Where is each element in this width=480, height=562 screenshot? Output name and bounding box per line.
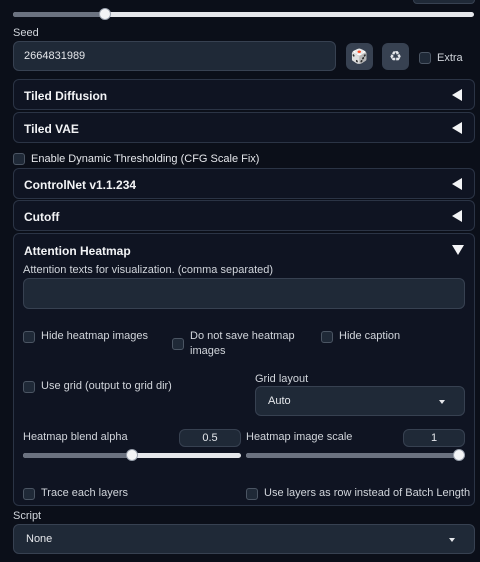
grid-layout-value: Auto bbox=[268, 395, 291, 407]
image-scale-label: Heatmap image scale bbox=[246, 431, 353, 443]
extra-checkbox[interactable] bbox=[419, 52, 431, 64]
image-scale-slider-fill bbox=[246, 453, 465, 458]
do-not-save-heatmap-checkbox[interactable] bbox=[172, 338, 184, 350]
seed-input[interactable]: 2664831989 bbox=[13, 41, 336, 71]
script-label: Script bbox=[13, 510, 42, 522]
accordion-title[interactable]: Attention Heatmap bbox=[24, 244, 131, 258]
accordion-title: ControlNet v1.1.234 bbox=[24, 178, 137, 192]
dynamic-thresholding-label: Enable Dynamic Thresholding (CFG Scale F… bbox=[31, 153, 260, 165]
script-value: None bbox=[26, 533, 53, 545]
dynamic-thresholding-checkbox[interactable] bbox=[13, 153, 25, 165]
random-seed-button[interactable]: 🎲 bbox=[346, 43, 373, 70]
top-slider-fill bbox=[13, 12, 105, 17]
use-grid-checkbox[interactable] bbox=[23, 381, 35, 393]
blend-alpha-number-input[interactable]: 0.5 bbox=[179, 429, 241, 447]
top-slider[interactable] bbox=[13, 8, 474, 20]
trace-each-layers-checkbox[interactable] bbox=[23, 488, 35, 500]
hide-caption-label: Hide caption bbox=[339, 330, 401, 342]
extra-label: Extra bbox=[437, 52, 463, 64]
accordion-controlnet[interactable]: ControlNet v1.1.234 bbox=[13, 168, 475, 199]
blend-alpha-slider-fill bbox=[23, 453, 132, 458]
top-slider-thumb[interactable] bbox=[99, 8, 111, 20]
grid-layout-label: Grid layout bbox=[255, 373, 309, 385]
do-not-save-heatmap-label-line2: images bbox=[190, 345, 226, 357]
blend-alpha-slider-thumb[interactable] bbox=[126, 449, 138, 461]
seed-label: Seed bbox=[13, 27, 39, 39]
image-scale-number-input[interactable]: 1 bbox=[403, 429, 465, 447]
top-number-input[interactable] bbox=[413, 0, 475, 4]
script-dropdown[interactable]: None bbox=[13, 524, 475, 554]
accordion-title: Cutoff bbox=[24, 210, 60, 224]
collapse-arrow-icon bbox=[452, 122, 462, 134]
image-scale-slider-thumb[interactable] bbox=[453, 449, 465, 461]
reuse-seed-button[interactable]: ♻ bbox=[382, 43, 409, 70]
accordion-tiled-diffusion[interactable]: Tiled Diffusion bbox=[13, 79, 475, 110]
use-grid-label: Use grid (output to grid dir) bbox=[41, 380, 172, 392]
chevron-down-icon bbox=[449, 538, 455, 542]
hide-heatmap-images-checkbox[interactable] bbox=[23, 331, 35, 343]
image-scale-slider[interactable] bbox=[246, 449, 465, 461]
accordion-title: Tiled VAE bbox=[24, 122, 79, 136]
image-scale-value: 1 bbox=[430, 432, 438, 444]
expand-arrow-icon[interactable] bbox=[452, 245, 464, 255]
do-not-save-heatmap-label-line1: Do not save heatmap bbox=[190, 330, 295, 342]
collapse-arrow-icon bbox=[452, 178, 462, 190]
hide-heatmap-images-label: Hide heatmap images bbox=[41, 330, 149, 342]
trace-each-layers-label: Trace each layers bbox=[41, 487, 129, 499]
collapse-arrow-icon bbox=[452, 89, 462, 101]
attention-texts-input[interactable] bbox=[23, 278, 465, 309]
collapse-arrow-icon bbox=[452, 210, 462, 222]
seed-value: 2664831989 bbox=[24, 50, 86, 62]
hide-caption-checkbox[interactable] bbox=[321, 331, 333, 343]
accordion-cutoff[interactable]: Cutoff bbox=[13, 200, 475, 231]
blend-alpha-value: 0.5 bbox=[202, 432, 218, 444]
layers-as-row-checkbox[interactable] bbox=[246, 488, 258, 500]
blend-alpha-label: Heatmap blend alpha bbox=[23, 431, 128, 443]
accordion-tiled-vae[interactable]: Tiled VAE bbox=[13, 112, 475, 143]
attention-texts-label: Attention texts for visualization. (comm… bbox=[23, 264, 274, 276]
recycle-icon: ♻ bbox=[389, 48, 402, 64]
layers-as-row-label: Use layers as row instead of Batch Lengt… bbox=[264, 487, 471, 499]
accordion-title: Tiled Diffusion bbox=[24, 89, 108, 103]
dice-icon: 🎲 bbox=[350, 48, 369, 64]
blend-alpha-slider[interactable] bbox=[23, 449, 241, 461]
grid-layout-dropdown[interactable]: Auto bbox=[255, 386, 465, 416]
chevron-down-icon bbox=[439, 400, 445, 404]
